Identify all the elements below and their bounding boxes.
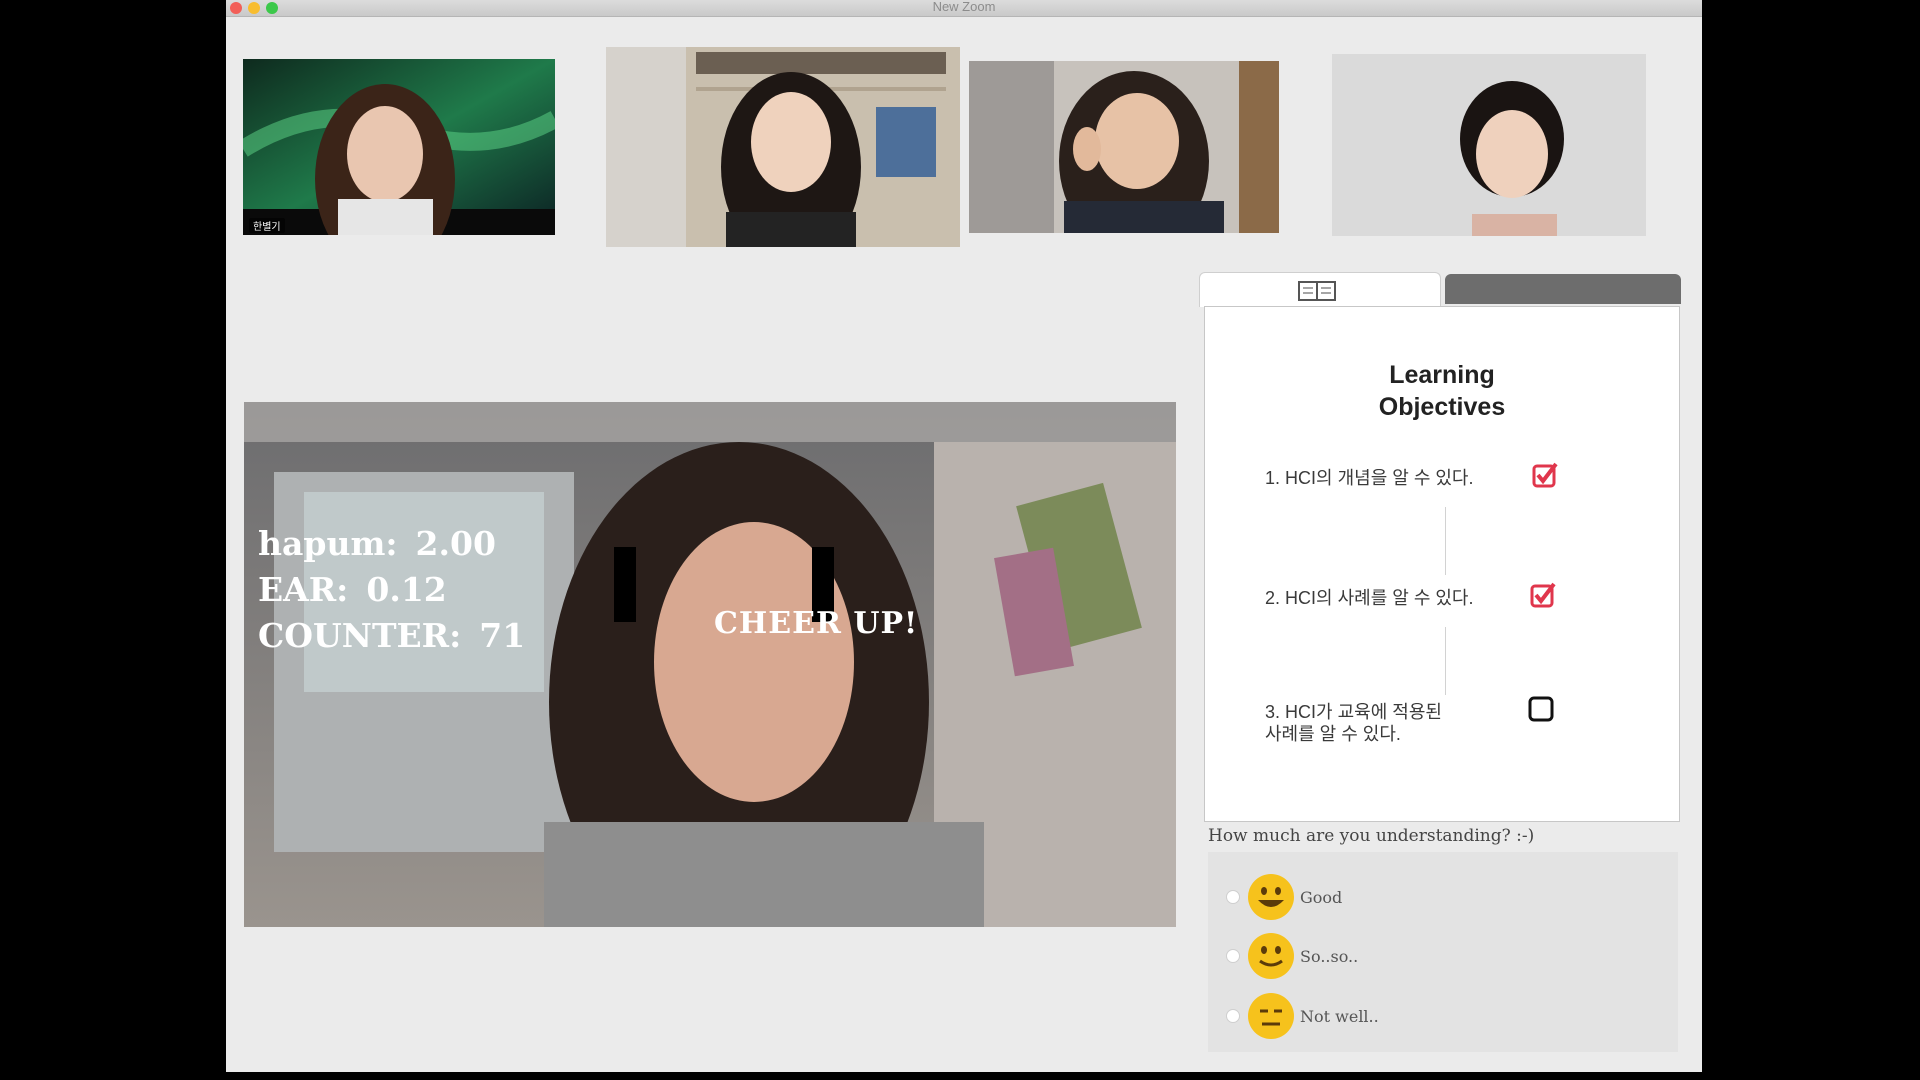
option-radio[interactable] [1226, 949, 1240, 963]
checked-box-icon[interactable] [1529, 581, 1557, 609]
objective-text: 3. HCI가 교육에 적용된 [1265, 702, 1442, 722]
participant-video-4 [1332, 54, 1646, 236]
zoom-window: New Zoom 한별기 hapum: 2.00 EAR: 0.12 COUNT… [226, 0, 1702, 1072]
option-not-well[interactable]: Not well.. [1226, 991, 1379, 1041]
title-bar: New Zoom [226, 0, 1702, 17]
metric-value: 0.12 [366, 570, 447, 609]
objectives-title-line1: Learning [1389, 361, 1495, 389]
objectives-title-line2: Objectives [1378, 393, 1506, 421]
participant-tile-4[interactable] [1332, 54, 1646, 236]
objective-tabs [1199, 272, 1683, 307]
metric-counter: COUNTER: 71 [258, 616, 525, 655]
participant-tile-2[interactable] [606, 47, 960, 247]
checked-box-icon[interactable] [1531, 461, 1559, 489]
option-label: So..so.. [1300, 946, 1359, 966]
objective-connector [1445, 507, 1446, 575]
participant-video-3 [969, 61, 1279, 233]
option-so-so[interactable]: So..so.. [1226, 931, 1358, 981]
participant-video-1 [243, 59, 555, 235]
participant-tile-1[interactable]: 한별기 [243, 59, 555, 235]
metric-value: 2.00 [415, 524, 496, 563]
tab-objectives[interactable] [1199, 272, 1441, 307]
learning-objectives-panel: Learning Objectives 1. HCI의 개념을 알 수 있다. … [1204, 306, 1680, 822]
objective-text: 2. HCI의 사례를 알 수 있다. [1265, 588, 1474, 608]
objective-item-1: 1. HCI의 개념을 알 수 있다. [1265, 467, 1474, 489]
metric-label: hapum: [258, 524, 398, 563]
objective-item-3: 3. HCI가 교육에 적용된 사례를 알 수 있다. [1265, 701, 1442, 745]
option-label: Not well.. [1300, 1006, 1379, 1026]
option-good[interactable]: Good [1226, 872, 1342, 922]
grinning-emoji-icon [1248, 874, 1294, 920]
metric-hapum: hapum: 2.00 [258, 524, 496, 563]
participant-tile-3[interactable] [969, 61, 1279, 233]
objective-text: 1. HCI의 개념을 알 수 있다. [1265, 468, 1474, 488]
understanding-question: How much are you understanding? :-) [1208, 826, 1535, 846]
unchecked-box-icon[interactable] [1527, 695, 1555, 723]
tab-secondary[interactable] [1445, 274, 1681, 304]
book-icon [1297, 280, 1337, 307]
option-radio[interactable] [1226, 890, 1240, 904]
neutral-emoji-icon [1248, 993, 1294, 1039]
option-label: Good [1300, 887, 1343, 907]
main-video: hapum: 2.00 EAR: 0.12 COUNTER: 71 CHEER UP! [244, 402, 1176, 927]
participant-video-2 [606, 47, 960, 247]
main-video-feed [244, 402, 1176, 927]
metric-ear: EAR: 0.12 [258, 570, 447, 609]
cheer-up-alert: CHEER UP! [714, 606, 919, 641]
window-title: New Zoom [932, 0, 996, 14]
objective-item-2: 2. HCI의 사례를 알 수 있다. [1265, 587, 1474, 609]
smiling-emoji-icon [1248, 933, 1294, 979]
understanding-options: Good So..so.. Not well.. [1208, 852, 1678, 1052]
objective-text-line2: 사례를 알 수 있다. [1265, 724, 1401, 744]
metric-label: COUNTER: [258, 616, 462, 655]
participant-name-1: 한별기 [249, 218, 285, 233]
metric-label: EAR: [258, 570, 349, 609]
metric-value: 71 [479, 616, 526, 655]
objective-connector [1445, 627, 1446, 695]
option-radio[interactable] [1226, 1009, 1240, 1023]
